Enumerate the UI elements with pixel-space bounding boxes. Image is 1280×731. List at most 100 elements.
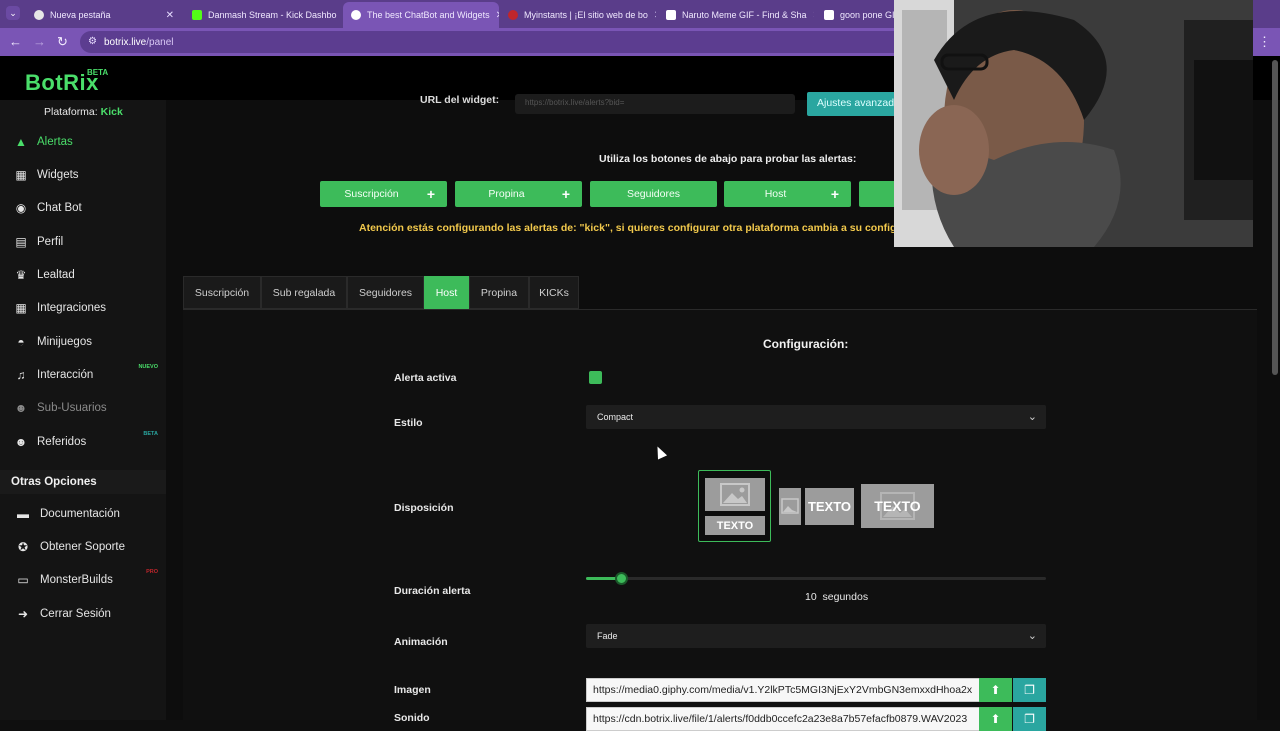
sidebar-item-chat-bot[interactable]: ◉ Chat Bot — [0, 193, 166, 223]
sidebar-item-lealtad[interactable]: ♛ Lealtad — [0, 260, 166, 290]
layout-option-horizontal[interactable]: TEXTO — [779, 488, 854, 525]
tab-suscripcion[interactable]: Suscripción — [183, 276, 261, 309]
users-icon: ☻ — [14, 435, 28, 449]
address-bar[interactable]: ⚙ botrix.live/panel — [80, 31, 910, 53]
sidebar-item-monsterbuilds[interactable]: ▭ MonsterBuilds PRO — [0, 565, 166, 595]
browser-tab[interactable]: Myinstants | ¡El sitio web de bo✕ — [500, 4, 656, 26]
test-host-button[interactable]: Host + — [724, 181, 851, 207]
layout-option-vertical[interactable]: TEXTO — [698, 470, 771, 542]
gallery-icon[interactable]: ❐ — [1013, 707, 1046, 731]
sidebar-item-integraciones[interactable]: ▦ Integraciones — [0, 293, 166, 323]
tab-kicks[interactable]: KICKs — [529, 276, 579, 309]
browser-tab-active[interactable]: The best ChatBot and Widgets✕ — [343, 2, 499, 28]
sidebar-item-interaccion[interactable]: ♫ Interacción NUEVO — [0, 360, 166, 390]
test-more-button[interactable] — [859, 181, 899, 207]
close-icon[interactable]: ✕ — [160, 10, 174, 21]
logout-icon: ➜ — [17, 607, 29, 621]
menu-icon[interactable]: ⋮ — [1258, 34, 1271, 50]
myinstants-icon — [508, 10, 518, 20]
trophy-icon: ♛ — [15, 268, 27, 282]
upload-icon[interactable]: ⬆ — [979, 707, 1012, 731]
botrix-favicon-icon — [351, 10, 361, 20]
close-icon[interactable]: ✕ — [648, 10, 656, 21]
beta-badge: BETA — [143, 431, 158, 437]
tab-host[interactable]: Host — [424, 276, 469, 309]
grid-icon: ▦ — [15, 301, 27, 315]
logo-beta-badge: BETA — [87, 68, 109, 77]
site-info-icon[interactable]: ⚙ — [88, 36, 97, 47]
layout-option-overlay[interactable]: TEXTO — [861, 484, 934, 528]
test-seguidores-button[interactable]: Seguidores — [590, 181, 717, 207]
sidebar-section-title: Otras Opciones — [0, 470, 166, 494]
browser-tab[interactable]: Naruto Meme GIF - Find & Sha✕ — [658, 4, 814, 26]
test-propina-button[interactable]: Propina + — [455, 181, 582, 207]
duracion-label: Duración alerta — [394, 585, 471, 597]
close-icon[interactable]: ✕ — [807, 10, 814, 21]
id-card-icon: ▤ — [15, 235, 27, 249]
alerta-activa-checkbox[interactable] — [589, 371, 602, 384]
robot-icon: ◉ — [15, 201, 27, 215]
close-icon[interactable]: ✕ — [337, 10, 340, 21]
estilo-select[interactable]: Compact ⌄ — [586, 405, 1046, 429]
picture-icon — [720, 483, 750, 506]
sonido-label: Sonido — [394, 712, 430, 724]
widget-url-label: URL del widget: — [420, 94, 500, 106]
document-icon — [824, 10, 834, 20]
plus-icon: + — [426, 186, 436, 202]
lifebuoy-icon: ✪ — [17, 540, 29, 554]
sidebar-item-widgets[interactable]: ▦ Widgets — [0, 160, 166, 190]
chevron-down-icon: ⌄ — [1027, 630, 1037, 642]
widget-url-input[interactable]: https://botrix.live/alerts?bid= — [515, 94, 795, 114]
duracion-slider[interactable] — [586, 572, 1046, 585]
sidebar-item-sub-usuarios[interactable]: ☻ Sub-Usuarios — [0, 393, 166, 423]
gamepad-icon: ◓ — [17, 335, 25, 349]
sidebar-item-perfil[interactable]: ▤ Perfil — [0, 227, 166, 257]
users-icon: ☻ — [14, 401, 28, 415]
sidebar-item-cerrar-sesion[interactable]: ➜ Cerrar Sesión — [0, 599, 166, 629]
chevron-down-icon: ⌄ — [1027, 411, 1037, 423]
music-icon: ♫ — [16, 368, 26, 382]
reload-icon[interactable]: ↻ — [57, 34, 68, 50]
sidebar-item-alertas[interactable]: ▲ Alertas — [0, 127, 166, 157]
back-icon[interactable]: ← — [9, 34, 22, 49]
webcam-overlay — [894, 0, 1253, 247]
animacion-select[interactable]: Fade ⌄ — [586, 624, 1046, 648]
disposicion-label: Disposición — [394, 502, 454, 514]
browser-tab[interactable]: goon pone GIF — [816, 4, 894, 26]
browser-tab[interactable]: Nueva pestaña ✕ — [26, 4, 182, 26]
sidebar-item-documentacion[interactable]: ▬ Documentación — [0, 499, 166, 529]
monitor-icon: ▭ — [17, 573, 29, 587]
plus-icon: + — [830, 186, 840, 202]
document-icon — [666, 10, 676, 20]
estilo-label: Estilo — [394, 417, 423, 429]
tab-seguidores[interactable]: Seguidores — [347, 276, 424, 309]
imagen-label: Imagen — [394, 684, 431, 696]
test-alerts-heading: Utiliza los botones de abajo para probar… — [599, 153, 857, 165]
book-icon: ▬ — [17, 507, 29, 521]
plus-icon: + — [561, 186, 571, 202]
sidebar-item-minijuegos[interactable]: ◓ Minijuegos — [0, 327, 166, 357]
animacion-label: Animación — [394, 636, 448, 648]
tab-sub-regalada[interactable]: Sub regalada — [261, 276, 347, 309]
webcam-person-image — [894, 0, 1253, 247]
advanced-settings-button[interactable]: Ajustes avanzados — [807, 92, 907, 116]
duracion-value: 10 segundos — [805, 591, 869, 603]
test-suscripcion-button[interactable]: Suscripción + — [320, 181, 447, 207]
browser-tab[interactable]: Danmash Stream - Kick Dashbo✕ — [184, 4, 340, 26]
gallery-icon[interactable]: ❐ — [1013, 678, 1046, 702]
upload-icon[interactable]: ⬆ — [979, 678, 1012, 702]
image-placeholder-icon — [779, 488, 801, 525]
sidebar-item-soporte[interactable]: ✪ Obtener Soporte — [0, 532, 166, 562]
tab-propina[interactable]: Propina — [469, 276, 529, 309]
forward-icon[interactable]: → — [33, 34, 46, 49]
tab-search-icon[interactable]: ⌄ — [6, 6, 20, 20]
sonido-url-input[interactable]: https://cdn.botrix.live/file/1/alerts/f0… — [586, 707, 980, 731]
grid-icon: ▦ — [15, 168, 27, 182]
slider-handle[interactable] — [614, 572, 628, 585]
close-icon[interactable]: ✕ — [490, 10, 499, 21]
sidebar-item-referidos[interactable]: ☻ Referidos BETA — [0, 427, 166, 457]
imagen-url-input[interactable]: https://media0.giphy.com/media/v1.Y2lkPT… — [586, 678, 980, 702]
platform-notice: Atención estás configurando las alertas … — [359, 222, 897, 234]
page-scrollbar[interactable] — [1272, 60, 1278, 375]
new-badge: NUEVO — [138, 364, 158, 370]
